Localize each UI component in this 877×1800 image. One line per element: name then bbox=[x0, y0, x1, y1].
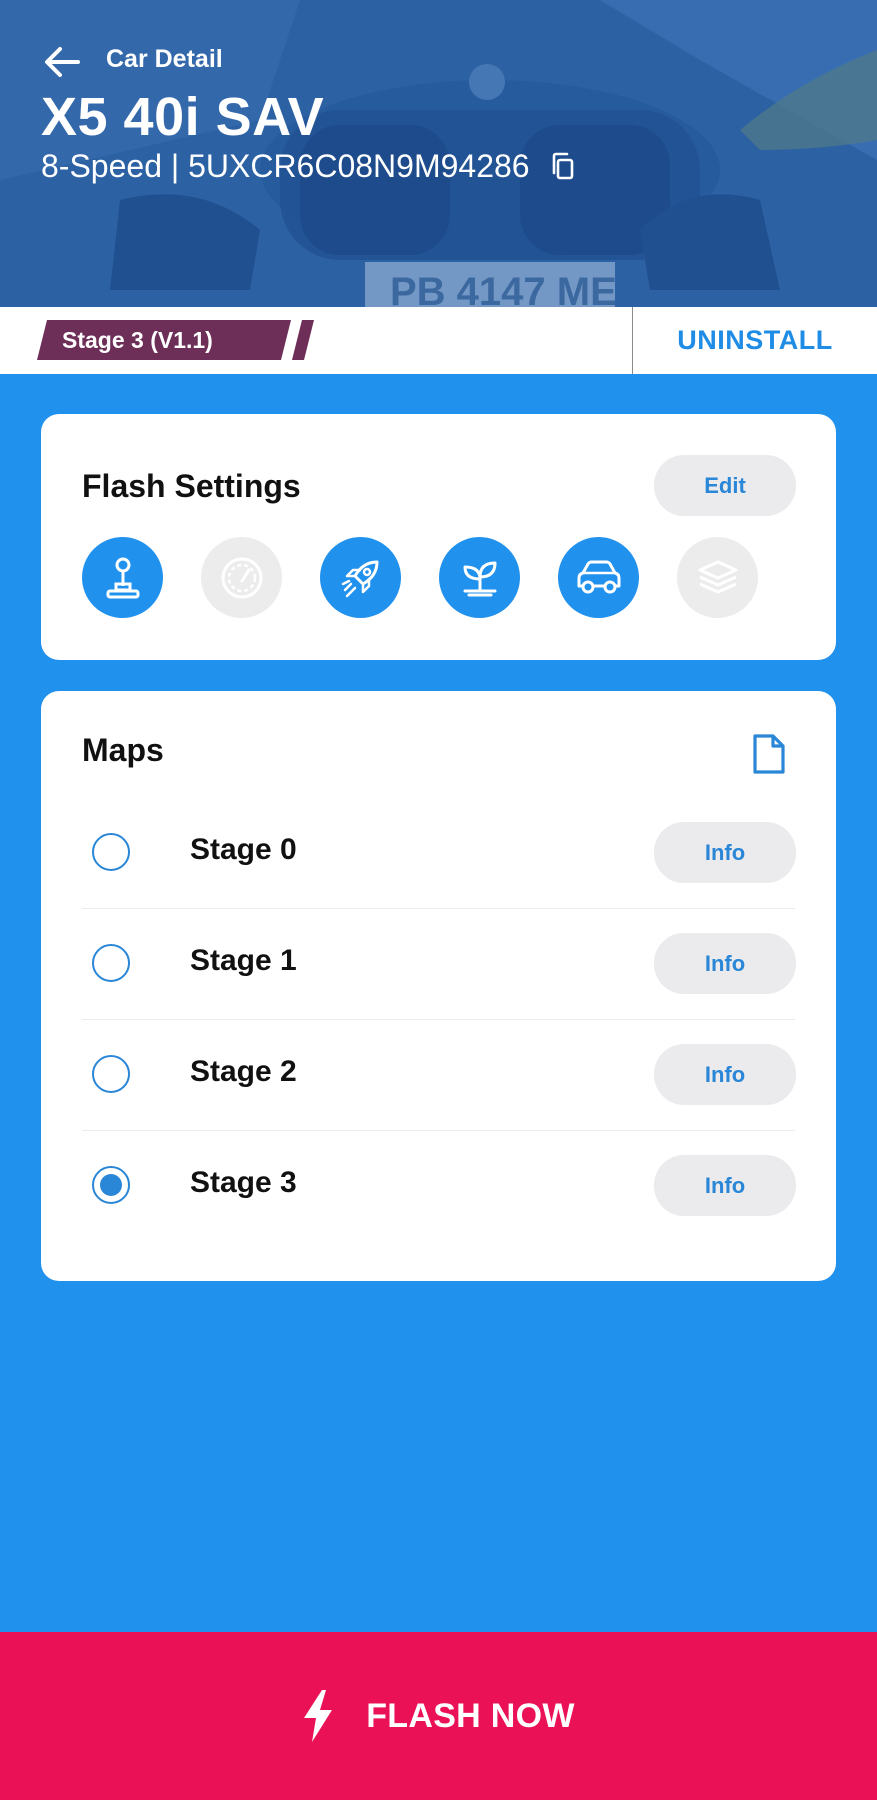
current-stage-label: Stage 3 (V1.1) bbox=[62, 327, 213, 353]
transmission-label: 8-Speed bbox=[41, 148, 162, 184]
radio-button[interactable] bbox=[92, 944, 130, 982]
radio-button[interactable] bbox=[92, 1055, 130, 1093]
info-button[interactable]: Info bbox=[654, 1044, 796, 1105]
info-button[interactable]: Info bbox=[654, 1155, 796, 1216]
badge-stripe bbox=[292, 320, 314, 360]
vin-label: 5UXCR6C08N9M94286 bbox=[188, 148, 530, 184]
radio-button-selected[interactable] bbox=[92, 1166, 130, 1204]
map-option-stage-0[interactable]: Stage 0 Info bbox=[82, 797, 796, 908]
layers-icon bbox=[698, 560, 737, 593]
copy-icon[interactable] bbox=[550, 152, 576, 182]
map-label: Stage 3 bbox=[190, 1166, 297, 1199]
flash-settings-title: Flash Settings bbox=[82, 468, 301, 504]
stage-status-bar: Stage 3 (V1.1) UNINSTALL bbox=[0, 307, 877, 374]
info-button[interactable]: Info bbox=[654, 822, 796, 883]
document-icon[interactable] bbox=[752, 733, 786, 775]
back-arrow-icon[interactable] bbox=[40, 40, 84, 84]
car-name: X5 40i SAV bbox=[41, 87, 325, 147]
map-label: Stage 0 bbox=[190, 833, 297, 866]
flash-now-button[interactable]: FLASH NOW bbox=[0, 1632, 877, 1800]
car-header: PB 4147 ME Car Detail X5 40i SAV 8-Speed… bbox=[0, 0, 877, 307]
setting-joystick[interactable] bbox=[82, 537, 163, 618]
car-icon bbox=[577, 560, 620, 593]
radio-button[interactable] bbox=[92, 833, 130, 871]
eco-sprout-icon bbox=[463, 561, 496, 596]
map-option-stage-2[interactable]: Stage 2 Info bbox=[82, 1019, 796, 1130]
setting-vehicle[interactable] bbox=[558, 537, 639, 618]
flash-now-label: FLASH NOW bbox=[366, 1696, 575, 1735]
current-stage-badge: Stage 3 (V1.1) bbox=[37, 320, 283, 360]
lightning-bolt-icon bbox=[304, 1690, 333, 1742]
map-label: Stage 2 bbox=[190, 1055, 297, 1088]
joystick-icon bbox=[106, 557, 139, 598]
page-title: Car Detail bbox=[106, 45, 223, 73]
map-option-stage-1[interactable]: Stage 1 Info bbox=[82, 908, 796, 1019]
setting-speedometer[interactable] bbox=[201, 537, 282, 618]
setting-performance[interactable] bbox=[320, 537, 401, 618]
maps-title: Maps bbox=[82, 732, 164, 768]
setting-eco[interactable] bbox=[439, 537, 520, 618]
map-option-stage-3[interactable]: Stage 3 Info bbox=[82, 1130, 796, 1241]
edit-button[interactable]: Edit bbox=[654, 455, 796, 516]
map-label: Stage 1 bbox=[190, 944, 297, 977]
info-button[interactable]: Info bbox=[654, 933, 796, 994]
uninstall-button[interactable]: UNINSTALL bbox=[633, 307, 877, 374]
speedometer-icon bbox=[221, 557, 262, 598]
rocket-icon bbox=[341, 560, 378, 597]
subtitle-separator: | bbox=[161, 148, 189, 184]
car-subtitle: 8-Speed | 5UXCR6C08N9M94286 bbox=[41, 148, 576, 185]
setting-layers[interactable] bbox=[677, 537, 758, 618]
